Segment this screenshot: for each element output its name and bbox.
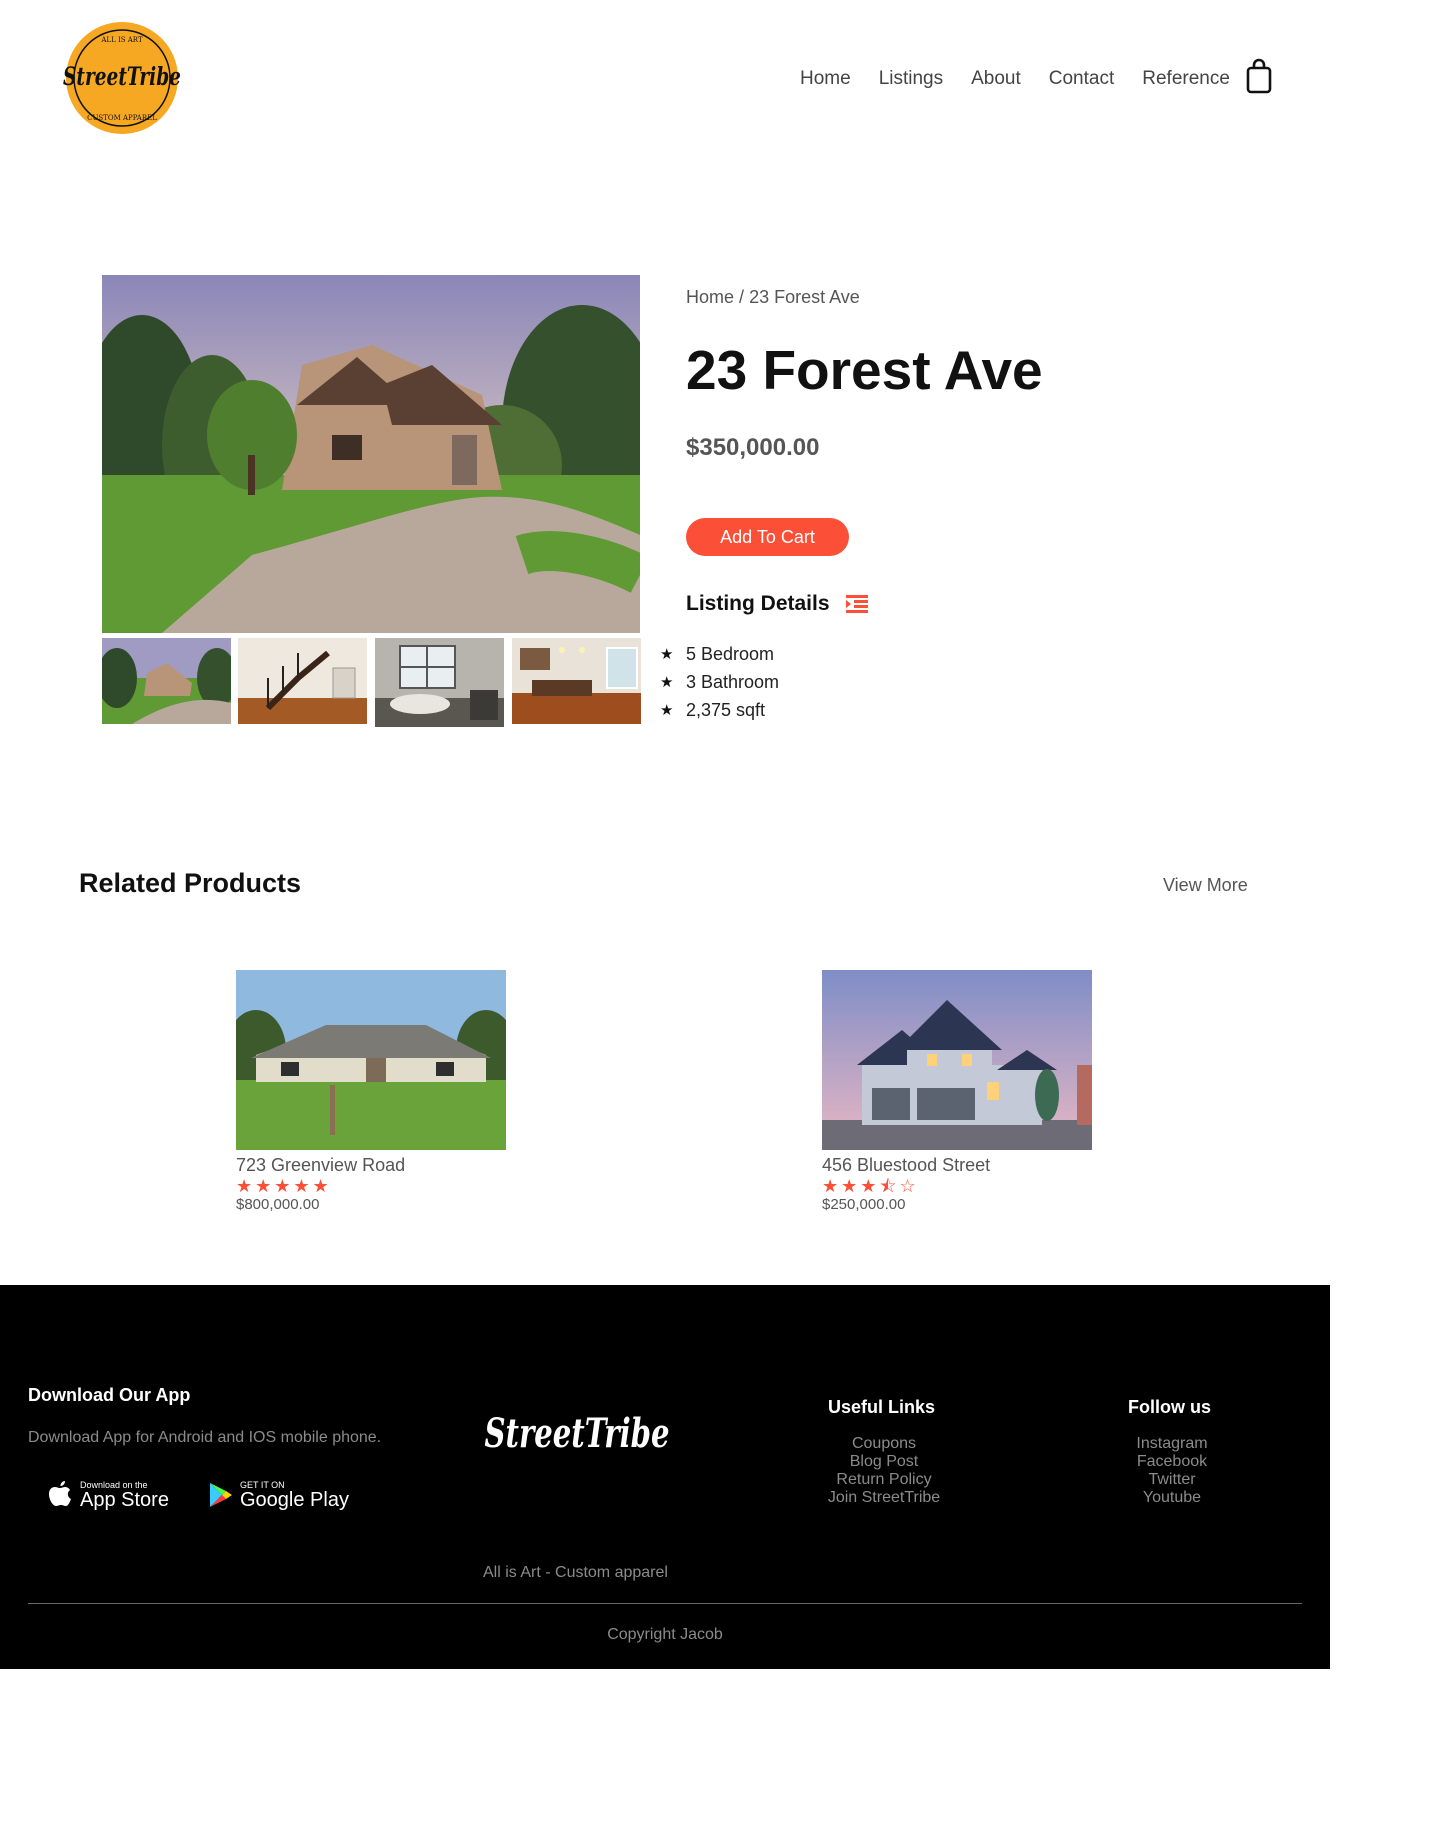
footer-link-coupons[interactable]: Coupons bbox=[818, 1435, 950, 1453]
detail-bedrooms: ★ 5 Bedroom bbox=[660, 643, 775, 664]
download-app-heading: Download Our App bbox=[28, 1385, 191, 1405]
useful-links-heading: Useful Links bbox=[828, 1397, 936, 1417]
star-bullet-icon: ★ bbox=[660, 646, 674, 663]
nav-reference[interactable]: Reference bbox=[1142, 68, 1230, 90]
list-indent-icon bbox=[845, 595, 868, 613]
detail-bathrooms: ★ 3 Bathroom bbox=[660, 671, 780, 692]
site-footer: Download Our App Download App for Androi… bbox=[0, 1285, 1330, 1669]
footer-link-blog[interactable]: Blog Post bbox=[818, 1453, 950, 1471]
nav-contact[interactable]: Contact bbox=[1049, 68, 1114, 90]
apple-icon bbox=[49, 1481, 71, 1506]
related-name: 723 Greenview Road bbox=[236, 1155, 406, 1175]
listing-details-list: ★ 5 Bedroom ★ 3 Bathroom ★ 2,375 sqft bbox=[660, 640, 779, 724]
rating-stars-icon: ★★★⯪☆ bbox=[822, 1176, 919, 1196]
nav-home[interactable]: Home bbox=[800, 68, 851, 90]
thumbnail-kitchen[interactable] bbox=[512, 638, 641, 724]
star-bullet-icon: ★ bbox=[660, 702, 674, 719]
footer-link-return-policy[interactable]: Return Policy bbox=[818, 1471, 950, 1489]
logo-ring-bottom: CUSTOM APPAREL bbox=[87, 114, 157, 122]
related-card-greenview[interactable]: 723 Greenview Road ★★★★★ $800,000.00 bbox=[236, 970, 506, 1213]
related-price: $800,000.00 bbox=[236, 1196, 320, 1213]
related-price: $250,000.00 bbox=[822, 1196, 906, 1213]
related-card-bluestood[interactable]: 456 Bluestood Street ★★★⯪☆ $250,000.00 bbox=[822, 970, 1092, 1213]
thumbnail-staircase[interactable] bbox=[238, 638, 367, 724]
footer-tagline: All is Art - Custom apparel bbox=[483, 1564, 668, 1581]
related-products-heading: Related Products bbox=[79, 868, 302, 898]
related-name: 456 Bluestood Street bbox=[822, 1155, 991, 1175]
main-product-image bbox=[102, 275, 640, 633]
product-price: $350,000.00 bbox=[686, 434, 820, 461]
brand-logo[interactable]: ALL IS ART StreetTribe CUSTOM APPAREL bbox=[57, 20, 187, 135]
follow-us-heading: Follow us bbox=[1128, 1397, 1211, 1417]
shopping-bag-icon[interactable] bbox=[1245, 58, 1273, 94]
related-image bbox=[236, 970, 506, 1150]
thumbnail-bathroom[interactable] bbox=[375, 638, 504, 727]
useful-links-list: Coupons Blog Post Return Policy Join Str… bbox=[818, 1435, 950, 1507]
app-store-button[interactable]: Download on the App Store bbox=[48, 1480, 169, 1510]
follow-links-list: Instagram Facebook Twitter Youtube bbox=[1112, 1435, 1232, 1507]
nav-listings[interactable]: Listings bbox=[879, 68, 943, 90]
footer-link-facebook[interactable]: Facebook bbox=[1112, 1453, 1232, 1471]
google-play-big-text: Google Play bbox=[240, 1489, 349, 1511]
breadcrumb-home[interactable]: Home bbox=[686, 287, 734, 307]
rating-stars-icon: ★★★★★ bbox=[236, 1176, 332, 1196]
footer-link-instagram[interactable]: Instagram bbox=[1112, 1435, 1232, 1453]
product-title: 23 Forest Ave bbox=[686, 339, 1043, 401]
breadcrumb-current: 23 Forest Ave bbox=[749, 287, 860, 307]
app-store-big-text: App Store bbox=[80, 1489, 169, 1511]
logo-ring-top: ALL IS ART bbox=[100, 36, 143, 44]
download-app-text: Download App for Android and IOS mobile … bbox=[28, 1429, 382, 1446]
thumbnail-strip bbox=[102, 638, 642, 728]
view-more-link[interactable]: View More bbox=[1163, 875, 1248, 896]
star-bullet-icon: ★ bbox=[660, 674, 674, 691]
footer-divider bbox=[28, 1603, 1302, 1604]
copyright-text: Copyright Jacob bbox=[607, 1626, 723, 1643]
footer-link-twitter[interactable]: Twitter bbox=[1112, 1471, 1232, 1489]
breadcrumb-separator: / bbox=[739, 287, 745, 307]
google-play-button[interactable]: GET IT ON Google Play bbox=[210, 1480, 349, 1510]
nav-about[interactable]: About bbox=[971, 68, 1021, 90]
footer-link-join[interactable]: Join StreetTribe bbox=[818, 1489, 950, 1507]
detail-area: ★ 2,375 sqft bbox=[660, 699, 766, 720]
listing-details-label: Listing Details bbox=[686, 592, 830, 615]
breadcrumb: Home / 23 Forest Ave bbox=[686, 287, 860, 308]
thumbnail-exterior[interactable] bbox=[102, 638, 231, 724]
footer-brand-wordmark: StreetTribe bbox=[485, 1410, 670, 1457]
main-nav: Home Listings About Contact Reference bbox=[800, 68, 1258, 90]
footer-brand-logo[interactable]: StreetTribe bbox=[482, 1395, 672, 1470]
google-play-icon bbox=[210, 1483, 232, 1507]
logo-wordmark: StreetTribe bbox=[63, 62, 181, 91]
add-to-cart-button[interactable]: Add To Cart bbox=[686, 518, 849, 556]
related-image bbox=[822, 970, 1092, 1150]
footer-link-youtube[interactable]: Youtube bbox=[1112, 1489, 1232, 1507]
listing-details-heading: Listing Details bbox=[686, 592, 868, 616]
